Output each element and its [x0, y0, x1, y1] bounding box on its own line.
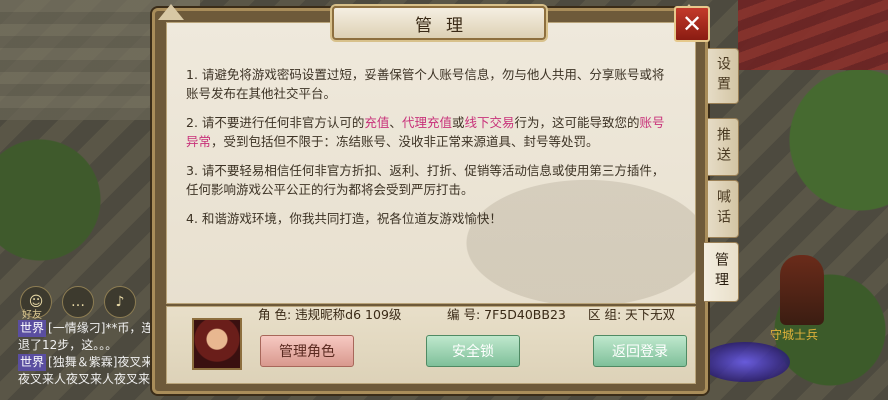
rule-item: 1. 请避免将游戏密码设置过短，妥善保管个人账号信息，勿与他人共用、分享账号或将… [186, 66, 676, 103]
tab-3[interactable]: 管理 [704, 242, 739, 302]
rule-text: 1. 请避免将游戏密码设置过短，妥善保管个人账号信息，勿与他人共用、分享账号或将… [186, 67, 665, 101]
rule-highlight: 充值 [364, 115, 390, 130]
code-value: 7F5D40BB23 [484, 307, 566, 322]
microphone-icon[interactable]: ♪ [104, 286, 136, 318]
rule-text: 行为，这可能导致您的 [514, 115, 640, 130]
dialog-title: 管理 [415, 15, 477, 36]
zone-value: 天下无双 [625, 307, 676, 322]
role-label: 角 色: [258, 307, 292, 322]
rule-text: ，受到包括但不限于：冻结账号、没收非正常来源道具、封号等处罚。 [211, 133, 599, 149]
city-guard-npc[interactable] [780, 255, 824, 325]
tab-label: 管理 [713, 252, 729, 292]
code-info: 编 号: 7F5D40BB23 [447, 304, 566, 323]
tab-1[interactable]: 推送 [708, 118, 739, 176]
rule-text: 4. 和谐游戏环境，你我共同打造，祝各位道友游戏愉快！ [186, 211, 502, 226]
role-value: 违规昵称d6 109级 [295, 307, 402, 322]
rules-list: 1. 请避免将游戏密码设置过短，妥善保管个人账号信息，勿与他人共用、分享账号或将… [186, 66, 676, 240]
rule-item: 2. 请不要进行任何非官方认可的充值、代理充值或线下交易行为，这可能导致您的账号… [186, 114, 676, 151]
rule-text: 、 [389, 115, 402, 130]
chat-channel-tag: 世界 [18, 354, 47, 371]
chat-bubble-icon[interactable]: … [62, 286, 94, 318]
magic-circle [700, 342, 790, 382]
rule-highlight: 代理充值 [401, 115, 452, 130]
close-button[interactable]: ✕ [674, 6, 710, 42]
chat-text: 退了12步，这。。。 [18, 338, 118, 352]
tab-label: 推送 [715, 127, 731, 167]
temple-roof [738, 0, 888, 70]
tab-label: 喊话 [715, 189, 731, 229]
rule-text: 2. 请不要进行任何非官方认可的 [186, 115, 365, 130]
tab-2[interactable]: 喊话 [708, 180, 739, 238]
rule-highlight: 线下交易 [464, 115, 515, 130]
rule-item: 4. 和谐游戏环境，你我共同打造，祝各位道友游戏愉快！ [186, 210, 676, 229]
dialog-title-plate: 管理 [332, 6, 546, 40]
guard-name-label: 守城士兵 [770, 328, 819, 342]
security-lock-button[interactable]: 安全锁 [426, 335, 520, 367]
zone-info: 区 组: 天下无双 [588, 304, 675, 323]
return-login-button[interactable]: 返回登录 [593, 335, 687, 367]
character-avatar[interactable] [192, 318, 242, 370]
close-icon: ✕ [681, 10, 703, 38]
tab-0[interactable]: 设置 [708, 48, 739, 104]
chat-text: [一情缘刁]**币，连 [48, 321, 154, 335]
manage-role-button[interactable]: 管理角色 [260, 335, 354, 367]
role-info: 角 色: 违规昵称d6 109级 [258, 304, 401, 323]
tab-label: 设置 [715, 56, 731, 96]
chat-text: [独舞＆紫霖]夜叉来 [48, 355, 154, 369]
chat-channel-tag: 世界 [18, 320, 47, 337]
rule-text: 3. 请不要轻易相信任何非官方折扣、返利、打折、促销等活动信息或使用第三方插件，… [186, 163, 665, 197]
rule-item: 3. 请不要轻易相信任何非官方折扣、返利、打折、促销等活动信息或使用第三方插件，… [186, 162, 676, 199]
friend-label: 好友 [22, 310, 42, 321]
code-label: 编 号: [447, 307, 481, 322]
zone-label: 区 组: [588, 307, 622, 322]
chat-text: 夜叉来人夜叉来人夜叉来人 [18, 372, 163, 386]
rule-text: 或 [451, 115, 465, 130]
